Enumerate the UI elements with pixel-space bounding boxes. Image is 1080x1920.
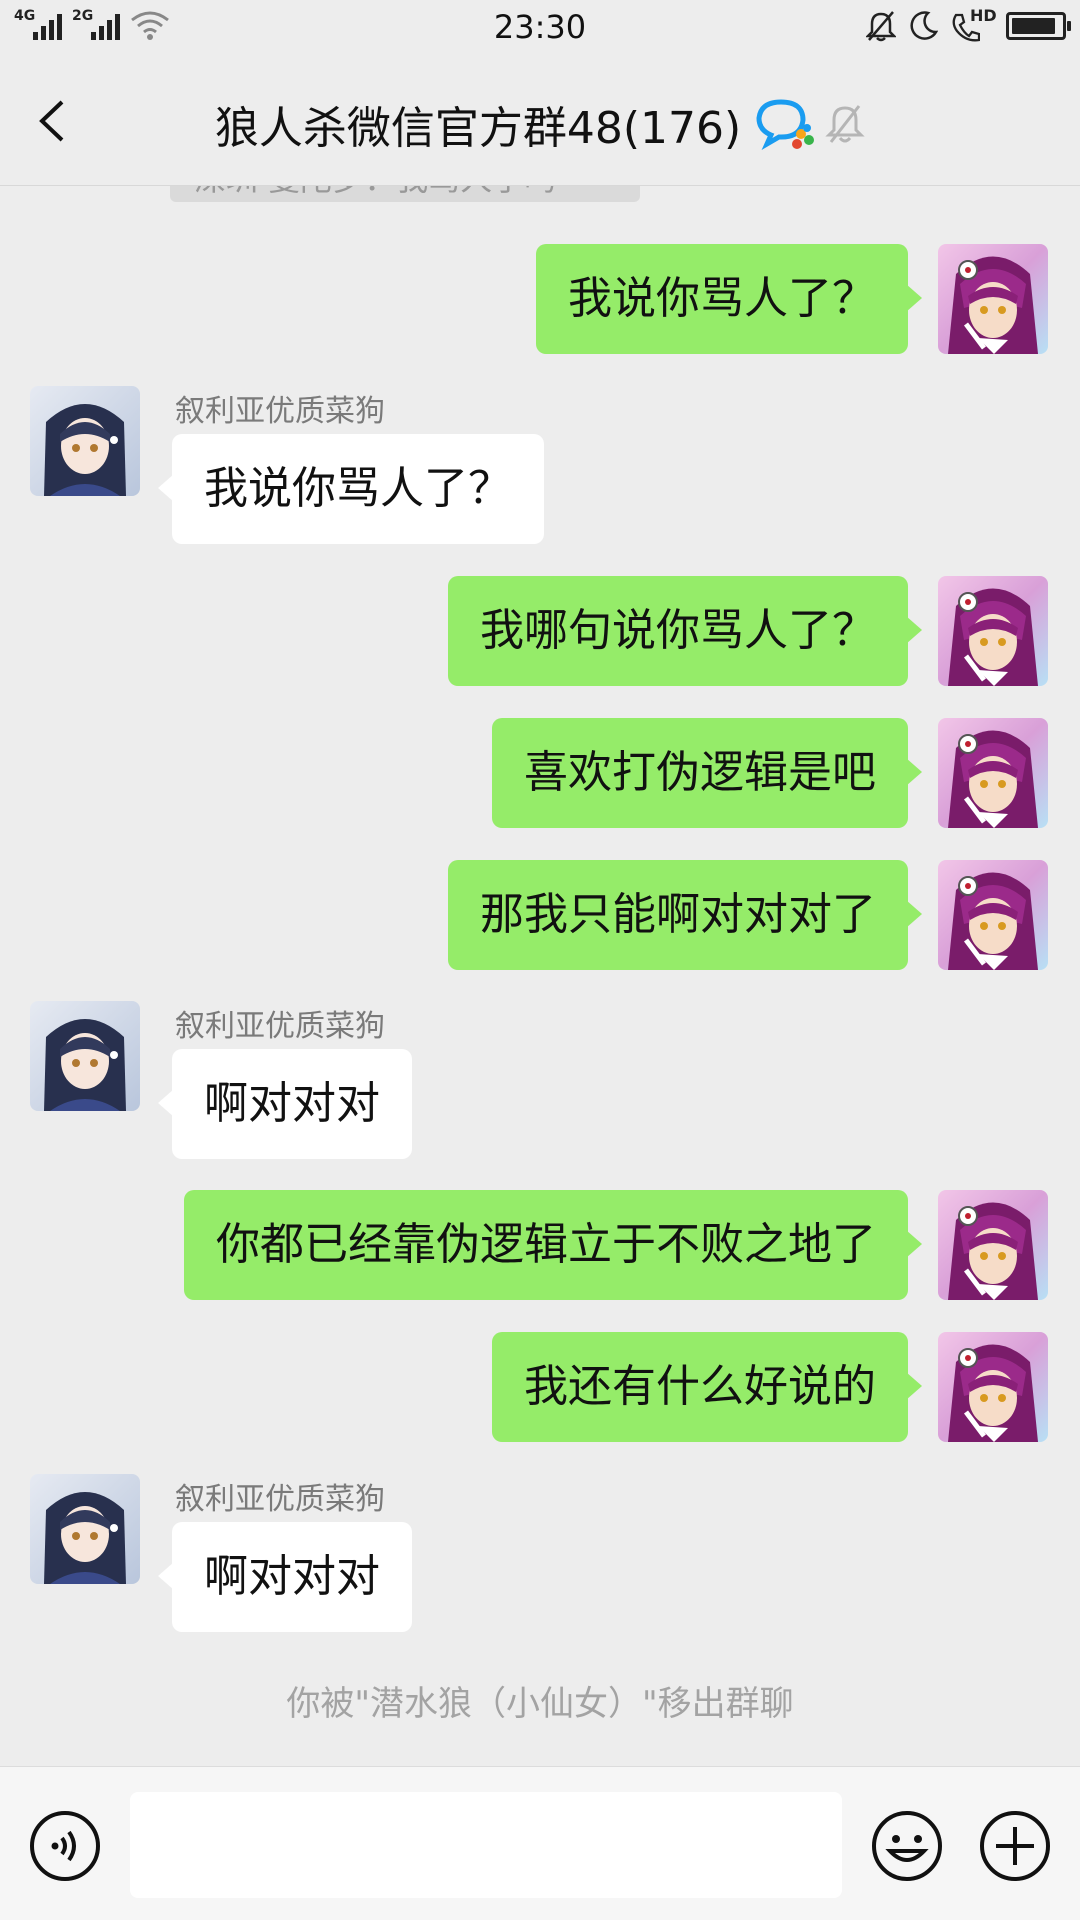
battery-icon [1006,12,1071,40]
chat-title-bar: 狼人杀微信官方群48(176) [0,92,1080,156]
plus-icon[interactable] [978,1809,1052,1883]
sent-bubble[interactable]: 那我只能啊对对对了 [448,860,922,970]
message-row: 我哪句说你骂人了？ [0,576,1080,686]
bell-muted-icon [825,105,865,143]
sent-bubble[interactable]: 喜欢打伪逻辑是吧 [492,718,922,828]
partial-top-message: 深圳 曼陀罗：我骂人了吗 [170,186,640,202]
self-avatar[interactable] [938,860,1048,970]
sent-bubble[interactable]: 我说你骂人了？ [536,244,922,354]
chat-header: 狼人杀微信官方群48(176) [0,58,1080,186]
sender-avatar[interactable] [30,386,140,496]
hd-call-icon: HD [950,6,997,42]
message-row: 你都已经靠伪逻辑立于不败之地了 [0,1190,1080,1300]
moon-icon [910,11,938,40]
wecom-group-icon [756,99,815,150]
self-avatar[interactable] [938,1190,1048,1300]
chat-area[interactable]: 深圳 曼陀罗：我骂人了吗 我说你骂人了？ 叙利亚优质菜狗 我说你骂人了？ 我哪句… [0,186,1080,1766]
emoji-icon[interactable] [870,1809,944,1883]
input-bar [0,1766,1080,1920]
message-row: 喜欢打伪逻辑是吧 [0,718,1080,828]
hd-label: HD [970,6,997,25]
sent-bubble[interactable]: 我哪句说你骂人了？ [448,576,922,686]
message-row: 叙利亚优质菜狗 我说你骂人了？ [0,386,1080,546]
sent-bubble[interactable]: 你都已经靠伪逻辑立于不败之地了 [184,1190,922,1300]
message-row: 那我只能啊对对对了 [0,860,1080,970]
message-row: 我说你骂人了？ [0,244,1080,354]
self-avatar[interactable] [938,576,1048,686]
chat-title[interactable]: 狼人杀微信官方群48(176) [215,92,741,156]
sender-avatar[interactable] [30,1474,140,1584]
sender-name: 叙利亚优质菜狗 [175,1009,385,1044]
message-row: 我还有什么好说的 [0,1332,1080,1442]
self-avatar[interactable] [938,244,1048,354]
sent-bubble[interactable]: 我还有什么好说的 [492,1332,922,1442]
status-right: HD [866,6,1071,42]
system-message: 你被"潜水狼（小仙女）"移出群聊 [286,1684,794,1724]
sender-avatar[interactable] [30,1001,140,1111]
sender-name: 叙利亚优质菜狗 [175,394,385,429]
battery-fill [1012,18,1055,34]
received-bubble[interactable]: 我说你骂人了？ [158,434,544,544]
received-bubble[interactable]: 啊对对对 [158,1522,412,1632]
message-input[interactable] [130,1792,842,1898]
message-row: 叙利亚优质菜狗 啊对对对 [0,1474,1080,1634]
voice-icon[interactable] [28,1809,102,1883]
self-avatar[interactable] [938,718,1048,828]
received-bubble[interactable]: 啊对对对 [158,1049,412,1159]
bell-off-icon [866,11,896,42]
status-bar: 4G 2G 23:30 HD [0,0,1080,58]
self-avatar[interactable] [938,1332,1048,1442]
message-row: 叙利亚优质菜狗 啊对对对 [0,1001,1080,1161]
sender-name: 叙利亚优质菜狗 [175,1482,385,1517]
